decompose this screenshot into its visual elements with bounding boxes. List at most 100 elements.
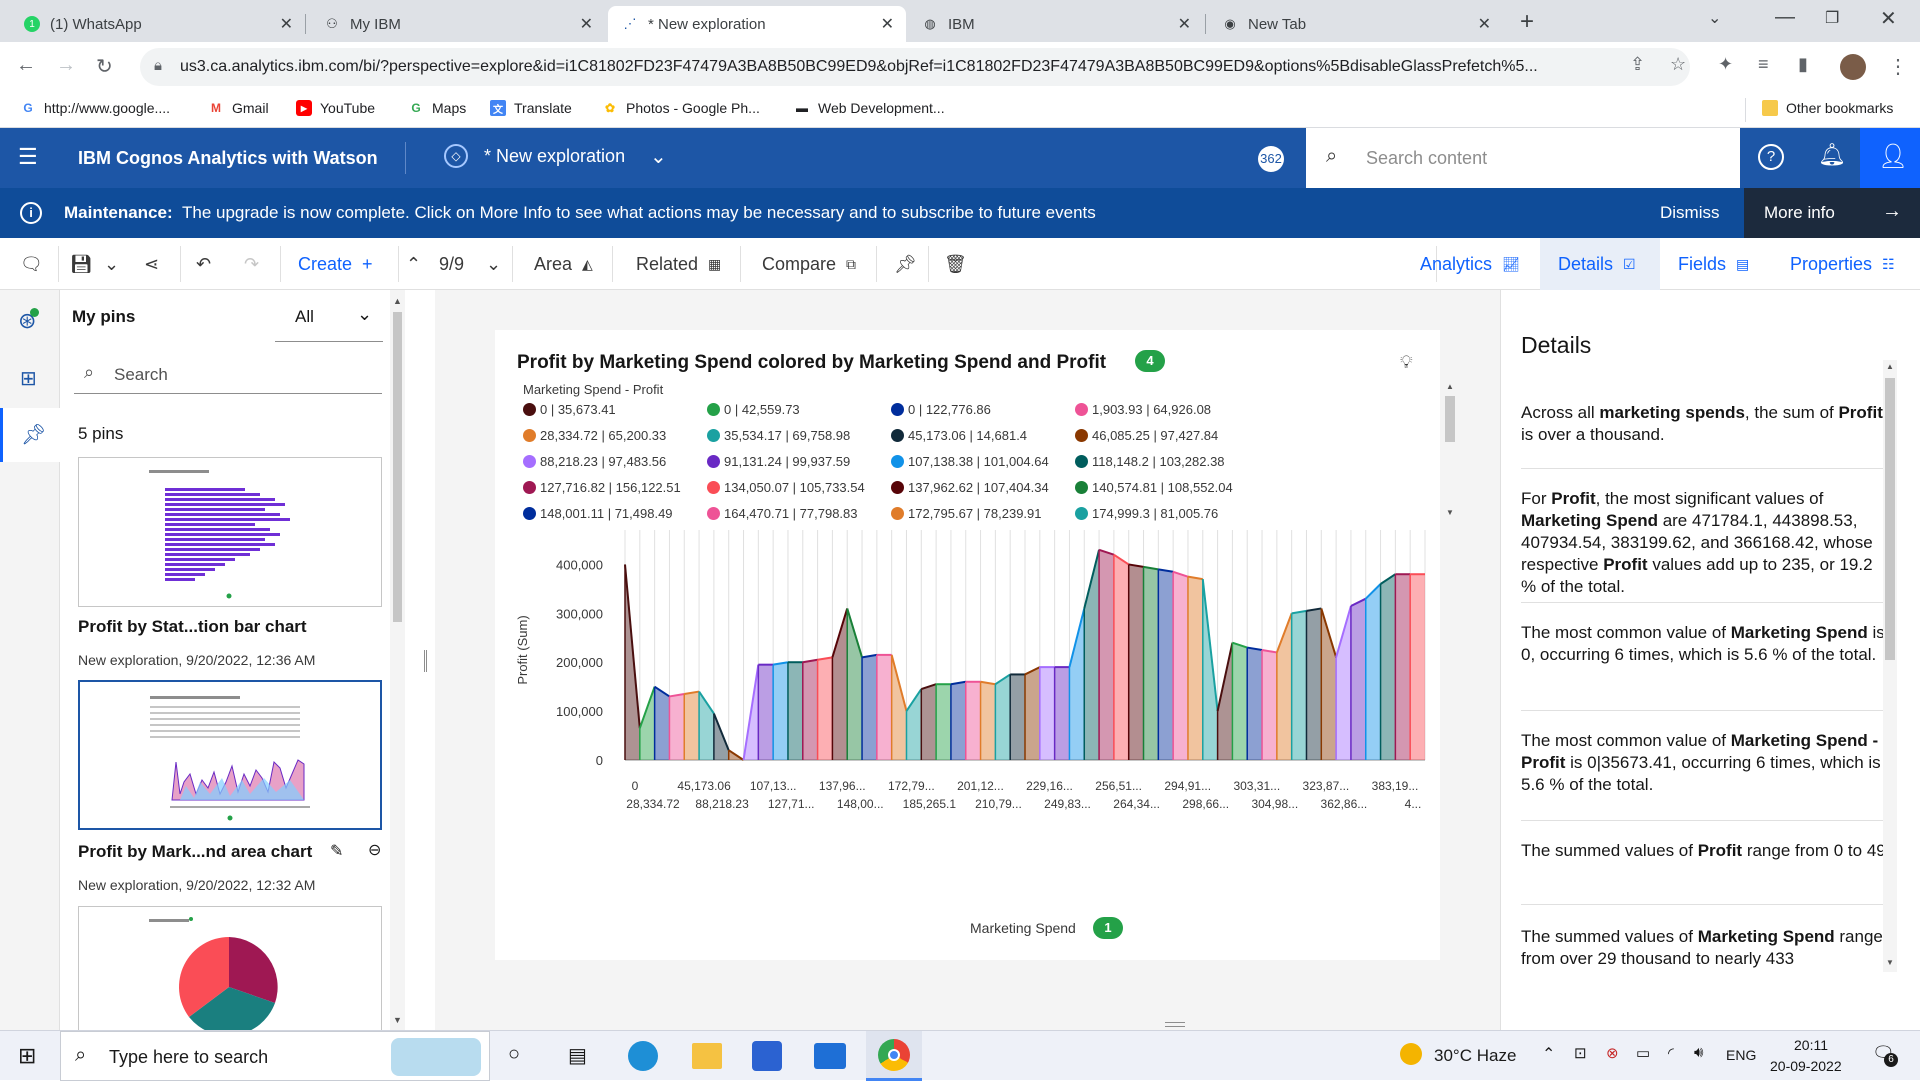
legend-item[interactable]: 35,534.17 | 69,758.98 bbox=[707, 428, 850, 443]
legend-item[interactable]: 174,999.3 | 81,005.76 bbox=[1075, 506, 1218, 521]
legend-scrollbar[interactable]: ▲ ▼ bbox=[1443, 382, 1457, 522]
chevron-up-icon[interactable]: ⌃ bbox=[406, 238, 421, 290]
more-options-icon[interactable]: ⊖ bbox=[368, 840, 381, 860]
menu-icon[interactable]: ⋮ bbox=[1888, 54, 1908, 79]
delete-icon[interactable]: 🗑︎ bbox=[944, 238, 967, 290]
chevron-down-icon[interactable]: ⌄ bbox=[650, 144, 667, 169]
legend-item[interactable]: 148,001.11 | 71,498.49 bbox=[523, 506, 673, 521]
pin-thumbnail-selected[interactable] bbox=[78, 680, 382, 830]
close-tab-icon[interactable]: ✕ bbox=[280, 14, 293, 34]
area-chart-type-button[interactable]: Area ◭ bbox=[534, 238, 593, 290]
battery-icon[interactable]: ▭ bbox=[1636, 1044, 1650, 1062]
tab-my-ibm[interactable]: ⚇ My IBM ✕ bbox=[310, 6, 605, 42]
windows-start-icon[interactable]: ⊞ bbox=[18, 1043, 36, 1069]
save-icon[interactable]: 💾︎ bbox=[70, 238, 93, 290]
maximize-button[interactable]: ❐ bbox=[1825, 8, 1839, 28]
security-icon[interactable]: ⊗ bbox=[1606, 1044, 1619, 1062]
back-icon[interactable]: ← bbox=[16, 54, 36, 77]
pin-title[interactable]: Profit by Mark...nd area chart bbox=[78, 842, 312, 862]
legend-item[interactable]: 91,131.24 | 99,937.59 bbox=[707, 454, 850, 469]
star-icon[interactable]: ☆ bbox=[1670, 54, 1686, 75]
hierarchy-icon[interactable]: ⊞ bbox=[20, 366, 37, 391]
properties-tab[interactable]: Properties ☷ bbox=[1790, 238, 1895, 290]
bookmark-translate[interactable]: 文 Translate bbox=[490, 100, 572, 116]
close-tab-icon[interactable]: ✕ bbox=[580, 14, 593, 34]
tab-new-tab[interactable]: ◉ New Tab ✕ bbox=[1208, 6, 1503, 42]
new-tab-button[interactable]: + bbox=[1520, 8, 1534, 36]
canvas-resize-handle[interactable] bbox=[1165, 1022, 1185, 1027]
legend-item[interactable]: 140,574.81 | 108,552.04 bbox=[1075, 480, 1233, 495]
bookmark-other[interactable]: Other bookmarks bbox=[1762, 100, 1893, 116]
exploration-title[interactable]: * New exploration bbox=[484, 146, 625, 167]
tab-whatsapp[interactable]: 1 (1) WhatsApp ✕ bbox=[10, 6, 305, 42]
pin-thumbnail[interactable] bbox=[78, 906, 382, 1036]
profile-avatar[interactable] bbox=[1840, 54, 1866, 80]
tab-ibm[interactable]: ◍ IBM ✕ bbox=[908, 6, 1203, 42]
close-tab-icon[interactable]: ✕ bbox=[881, 14, 894, 34]
task-view-icon[interactable]: ○ bbox=[508, 1043, 520, 1066]
analytics-tab[interactable]: Analytics 📈︎ bbox=[1420, 238, 1520, 290]
chevron-down-icon[interactable]: ⌄ bbox=[486, 238, 501, 290]
extensions-icon[interactable]: ✦ bbox=[1718, 54, 1733, 75]
bookmark-maps[interactable]: G Maps bbox=[408, 100, 466, 116]
clock-date[interactable]: 20-09-2022 bbox=[1770, 1058, 1842, 1074]
legend-item[interactable]: 172,795.67 | 78,239.91 bbox=[891, 506, 1042, 521]
pin-thumbnail[interactable] bbox=[78, 457, 382, 607]
legend-item[interactable]: 45,173.06 | 14,681.4 bbox=[891, 428, 1027, 443]
comment-icon[interactable]: 🗨︎ bbox=[20, 238, 43, 290]
forward-icon[interactable]: → bbox=[56, 54, 76, 77]
hamburger-menu-icon[interactable]: ☰ bbox=[18, 144, 38, 170]
compare-button[interactable]: Compare ⧉ bbox=[762, 238, 856, 290]
file-explorer-icon[interactable] bbox=[692, 1043, 722, 1069]
edge-icon[interactable] bbox=[628, 1041, 658, 1071]
bookmark-gmail[interactable]: M Gmail bbox=[208, 100, 269, 116]
legend-item[interactable]: 28,334.72 | 65,200.33 bbox=[523, 428, 666, 443]
clock-time[interactable]: 20:11 bbox=[1788, 1037, 1834, 1053]
mail-icon[interactable] bbox=[814, 1043, 846, 1069]
redo-icon[interactable]: ↷ bbox=[244, 238, 259, 290]
legend-item[interactable]: 0 | 42,559.73 bbox=[707, 402, 800, 417]
pin-title[interactable]: Profit by Stat...tion bar chart bbox=[78, 617, 307, 637]
reload-icon[interactable]: ↻ bbox=[96, 54, 113, 79]
weather-text[interactable]: 30°C Haze bbox=[1434, 1046, 1516, 1066]
undo-icon[interactable]: ↶ bbox=[196, 238, 211, 290]
pins-rail-button[interactable]: 📌︎ bbox=[0, 408, 60, 462]
side-panel-icon[interactable]: ▮ bbox=[1798, 54, 1808, 75]
legend-item[interactable]: 127,716.82 | 156,122.51 bbox=[523, 480, 681, 495]
dismiss-button[interactable]: Dismiss bbox=[1660, 203, 1720, 223]
taskbar-search-input[interactable]: ⌕ Type here to search bbox=[60, 1031, 490, 1081]
edit-icon[interactable]: ✎ bbox=[330, 841, 343, 861]
related-button[interactable]: Related ▦ bbox=[636, 238, 721, 290]
close-tab-icon[interactable]: ✕ bbox=[1178, 14, 1191, 34]
pins-scrollbar[interactable]: ▲ ▼ bbox=[390, 290, 405, 1030]
tab-new-exploration[interactable]: ⋰ * New exploration ✕ bbox=[608, 6, 906, 42]
url-bar[interactable]: 🔒︎ us3.ca.analytics.ibm.com/bi/?perspect… bbox=[140, 48, 1690, 86]
user-profile-button[interactable]: 👤︎ bbox=[1860, 128, 1920, 188]
area-chart-plot[interactable]: 0 100,000 200,000 300,000 400,000 Profit (Sum… bbox=[495, 530, 1440, 910]
chevron-up-icon[interactable]: ⌃ bbox=[1542, 1044, 1555, 1064]
legend-item[interactable]: 0 | 35,673.41 bbox=[523, 402, 616, 417]
create-button[interactable]: Create + bbox=[298, 238, 373, 290]
details-tab[interactable]: Details ☑ bbox=[1540, 238, 1660, 290]
bell-icon[interactable]: 🔔︎ bbox=[1818, 142, 1846, 168]
chrome-taskbar-button[interactable] bbox=[866, 1031, 922, 1081]
share-icon[interactable]: ⇪ bbox=[1630, 54, 1645, 75]
volume-icon[interactable]: 🔊︎ bbox=[1694, 1044, 1703, 1061]
share-icon[interactable]: ⋖ bbox=[144, 238, 159, 290]
widgets-icon[interactable]: ▤ bbox=[568, 1043, 587, 1068]
legend-item[interactable]: 46,085.25 | 97,427.84 bbox=[1075, 428, 1218, 443]
pins-search-input[interactable]: ⌕ Search bbox=[74, 350, 382, 394]
close-tab-icon[interactable]: ✕ bbox=[1478, 14, 1491, 34]
close-window-button[interactable]: ✕ bbox=[1880, 6, 1897, 31]
legend-item[interactable]: 107,138.38 | 101,004.64 bbox=[891, 454, 1049, 469]
save-menu-chevron-icon[interactable]: ⌄ bbox=[104, 238, 119, 290]
pin-icon[interactable]: 📌︎ bbox=[894, 238, 917, 290]
wifi-icon[interactable]: ◜ bbox=[1668, 1044, 1674, 1062]
legend-item[interactable]: 137,962.62 | 107,404.34 bbox=[891, 480, 1049, 495]
x-axis-field-badge[interactable]: 1 bbox=[1093, 917, 1123, 939]
reading-list-icon[interactable]: ≡ bbox=[1758, 54, 1769, 75]
tab-search-icon[interactable]: ⌄ bbox=[1708, 8, 1721, 28]
legend-item[interactable]: 1,903.93 | 64,926.08 bbox=[1075, 402, 1211, 417]
details-scrollbar[interactable]: ▲ ▼ bbox=[1883, 360, 1897, 972]
minimize-button[interactable]: — bbox=[1775, 6, 1795, 29]
